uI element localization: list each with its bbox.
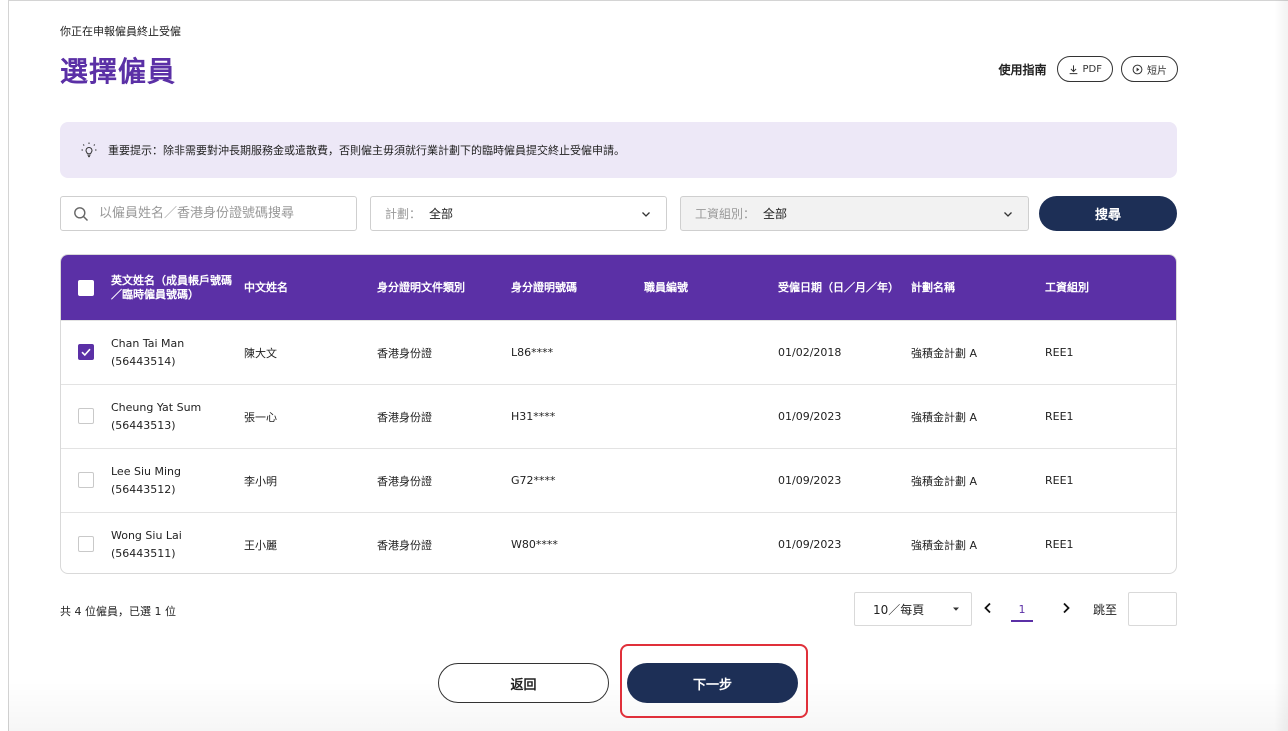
row-checkbox[interactable] <box>78 344 94 360</box>
page-size-select[interactable]: 10／每頁 <box>854 592 972 626</box>
id-doc-no-cell: H31**** <box>511 410 556 423</box>
frame-top-border <box>8 0 1288 1</box>
chinese-name-cell: 李小明 <box>244 474 277 488</box>
english-name: Wong Siu Lai <box>111 528 182 542</box>
id-doc-no-cell: L86**** <box>511 346 554 359</box>
id-doc-no-cell: W80**** <box>511 538 558 551</box>
plan-select[interactable]: 計劃： 全部 <box>370 196 667 231</box>
table-row[interactable]: Wong Siu Lai (56443511) 王小麗 香港身份證 W80***… <box>61 512 1176 573</box>
table-row[interactable]: Cheung Yat Sum (56443513) 張一心 香港身份證 H31*… <box>61 384 1176 448</box>
id-doc-type-cell: 香港身份證 <box>377 346 432 360</box>
video-button[interactable]: 短片 <box>1121 56 1178 82</box>
important-notice-banner: 重要提示：除非需要對沖長期服務金或遣散費，否則僱主毋須就行業計劃下的臨時僱員提交… <box>60 122 1177 178</box>
english-name-cell: Chan Tai Man (56443514) <box>111 321 184 384</box>
payroll-group-cell: REE1 <box>1045 346 1074 359</box>
plan-select-value: 全部 <box>429 207 454 221</box>
chinese-name-cell: 張一心 <box>244 410 277 424</box>
english-name: Cheung Yat Sum <box>111 400 202 414</box>
caret-down-icon <box>953 607 959 611</box>
page-title: 選擇僱員 <box>60 55 177 88</box>
plan-name-cell: 強積金計劃 A <box>911 474 978 488</box>
payroll-group-cell: REE1 <box>1045 474 1074 487</box>
next-page-icon[interactable] <box>1060 601 1072 615</box>
chinese-name-cell: 陳大文 <box>244 346 277 360</box>
payroll-group-select-value: 全部 <box>763 207 788 221</box>
search-icon <box>74 206 89 221</box>
download-icon <box>1069 64 1077 74</box>
account-number: (56443514) <box>111 354 176 368</box>
account-number: (56443513) <box>111 418 176 432</box>
plan-name-cell: 強積金計劃 A <box>911 410 978 424</box>
breadcrumb: 你正在申報僱員終止受僱 <box>60 25 181 38</box>
page-number-current[interactable]: 1 <box>1011 598 1033 622</box>
payroll-group-cell: REE1 <box>1045 410 1074 423</box>
search-button[interactable]: 搜尋 <box>1039 196 1177 231</box>
table-row[interactable]: Chan Tai Man (56443514) 陳大文 香港身份證 L86***… <box>61 320 1176 384</box>
frame-left-border <box>8 0 9 731</box>
back-button[interactable]: 返回 <box>438 663 609 703</box>
employment-date-cell: 01/09/2023 <box>778 410 842 423</box>
employment-date-cell: 01/09/2023 <box>778 474 842 487</box>
header-chinese-name: 中文姓名 <box>244 280 288 294</box>
window-shadow-right <box>1274 0 1288 731</box>
lightbulb-icon <box>81 142 97 158</box>
chinese-name-cell: 王小麗 <box>244 538 277 552</box>
employee-table: 英文姓名（成員帳戶號碼 ／臨時僱員號碼） 中文姓名 身分證明文件類別 身分證明號… <box>60 254 1177 574</box>
account-number: (56443512) <box>111 482 176 496</box>
user-guide-group: 使用指南 PDF 短片 <box>998 56 1178 82</box>
play-circle-icon <box>1132 64 1143 74</box>
previous-page-icon[interactable] <box>982 601 994 615</box>
header-id-doc-type: 身分證明文件類別 <box>377 280 465 294</box>
english-name-cell: Cheung Yat Sum (56443513) <box>111 385 201 448</box>
user-guide-label: 使用指南 <box>998 62 1047 77</box>
header-plan-name: 計劃名稱 <box>911 280 955 294</box>
english-name: Chan Tai Man <box>111 336 185 350</box>
select-all-checkbox[interactable] <box>78 280 94 296</box>
row-checkbox[interactable] <box>78 408 94 424</box>
header-english-name: 英文姓名（成員帳戶號碼 ／臨時僱員號碼） <box>111 273 232 301</box>
payroll-group-select-label: 工資組別： <box>695 207 756 221</box>
id-doc-type-cell: 香港身份證 <box>377 410 432 424</box>
english-name-cell: Wong Siu Lai (56443511) <box>111 513 182 573</box>
id-doc-no-cell: G72**** <box>511 474 556 487</box>
row-checkbox[interactable] <box>78 472 94 488</box>
plan-select-label: 計劃： <box>385 207 422 221</box>
video-button-label: 短片 <box>1147 65 1167 77</box>
checkmark-icon <box>81 348 91 357</box>
row-checkbox[interactable] <box>78 536 94 552</box>
header-payroll-group: 工資組別 <box>1045 280 1089 294</box>
payroll-group-select[interactable]: 工資組別： 全部 <box>680 196 1029 231</box>
employment-date-cell: 01/02/2018 <box>778 346 842 359</box>
id-doc-type-cell: 香港身份證 <box>377 474 432 488</box>
header-employment-date: 受僱日期（日／月／年） <box>778 280 899 294</box>
employment-date-cell: 01/09/2023 <box>778 538 842 551</box>
plan-name-cell: 強積金計劃 A <box>911 538 978 552</box>
next-step-button[interactable]: 下一步 <box>627 663 798 703</box>
chevron-down-icon <box>642 211 650 217</box>
selection-summary: 共 4 位僱員，已選 1 位 <box>60 605 176 618</box>
plan-name-cell: 強積金計劃 A <box>911 346 978 360</box>
header-id-doc-no: 身分證明號碼 <box>511 280 577 294</box>
english-name-cell: Lee Siu Ming (56443512) <box>111 449 181 512</box>
jump-to-page-input[interactable] <box>1128 592 1177 626</box>
english-name: Lee Siu Ming <box>111 464 181 478</box>
notice-text: 重要提示：除非需要對沖長期服務金或遣散費，否則僱主毋須就行業計劃下的臨時僱員提交… <box>108 144 625 157</box>
table-row[interactable]: Lee Siu Ming (56443512) 李小明 香港身份證 G72***… <box>61 448 1176 512</box>
pdf-download-button[interactable]: PDF <box>1056 56 1113 82</box>
header-staff-no: 職員編號 <box>644 280 688 294</box>
payroll-group-cell: REE1 <box>1045 538 1074 551</box>
search-field[interactable] <box>60 196 357 231</box>
table-header: 英文姓名（成員帳戶號碼 ／臨時僱員號碼） 中文姓名 身分證明文件類別 身分證明號… <box>61 255 1176 320</box>
id-doc-type-cell: 香港身份證 <box>377 538 432 552</box>
page-size-value: 10／每頁 <box>873 602 925 617</box>
account-number: (56443511) <box>111 546 176 560</box>
jump-to-label: 跳至 <box>1093 603 1118 617</box>
chevron-down-icon <box>1004 211 1012 217</box>
pdf-button-label: PDF <box>1082 63 1102 75</box>
search-input[interactable] <box>97 205 341 222</box>
